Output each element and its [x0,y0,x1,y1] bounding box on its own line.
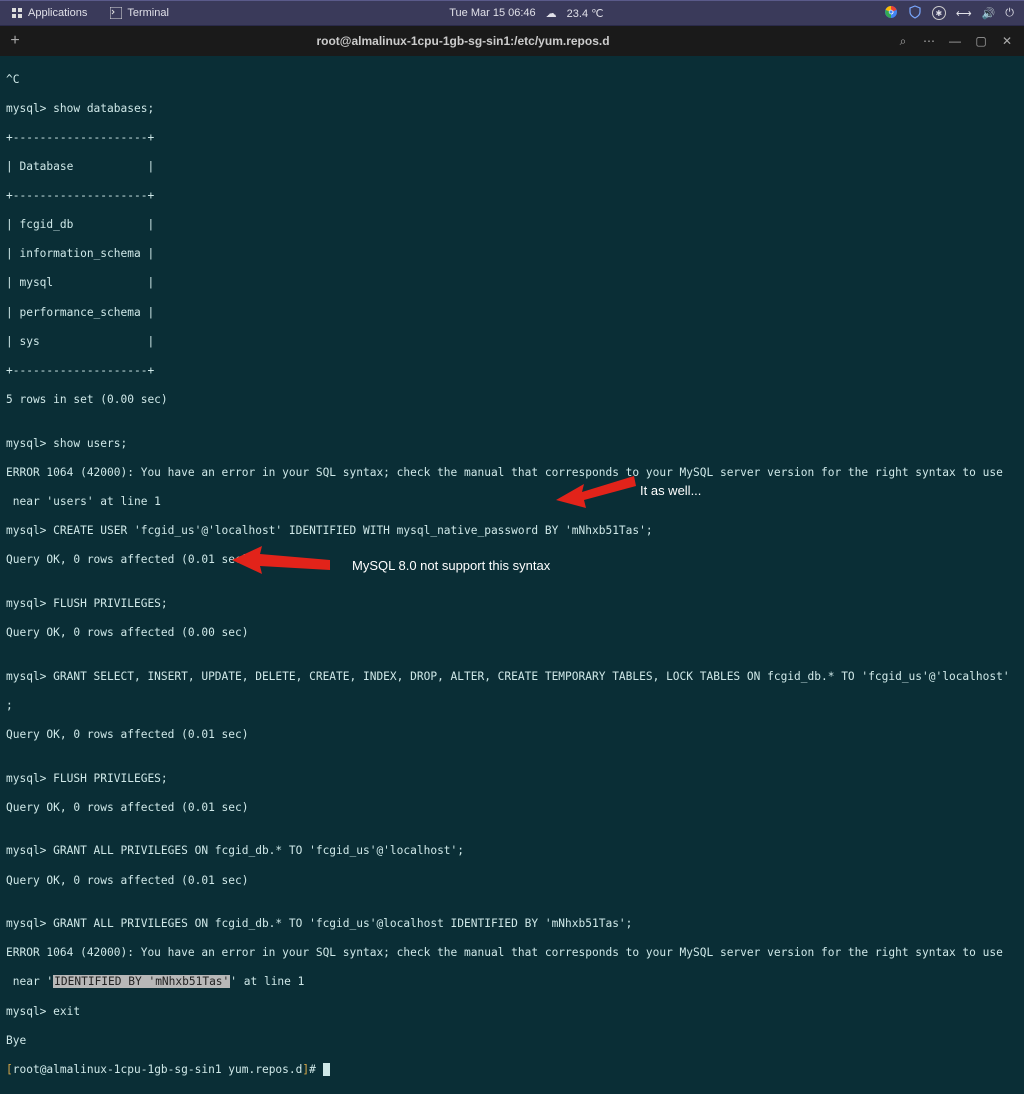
annotation-text: It as well... [640,483,701,498]
terminal-output[interactable]: ^C mysql> show databases; +-------------… [0,56,1024,1094]
shield-icon[interactable] [908,5,922,22]
terminal-line: +--------------------+ [6,131,1018,146]
apps-icon[interactable] [10,6,24,20]
terminal-icon[interactable] [109,6,123,20]
new-tab-button[interactable]: + [0,32,30,50]
weather-icon: ☁ [546,7,557,20]
terminal-app-label[interactable]: Terminal [127,7,169,19]
menu-icon[interactable]: ⋯ [922,34,936,48]
terminal-line: Query OK, 0 rows affected (0.00 sec) [6,626,1018,641]
terminal-line: Query OK, 0 rows affected (0.01 sec) [6,728,1018,743]
window-title: root@almalinux-1cpu-1gb-sg-sin1:/etc/yum… [30,34,896,48]
maximize-button[interactable]: ▢ [974,34,988,48]
clock[interactable]: Tue Mar 15 06:46 [449,7,535,19]
terminal-line: mysql> FLUSH PRIVILEGES; [6,597,1018,612]
applications-menu[interactable]: Applications [28,7,87,19]
terminal-line: mysql> GRANT ALL PRIVILEGES ON fcgid_db.… [6,917,1018,932]
system-topbar: Applications Terminal Tue Mar 15 06:46 ☁… [0,0,1024,26]
terminal-line: | mysql | [6,276,1018,291]
terminal-line: 5 rows in set (0.00 sec) [6,393,1018,408]
terminal-line: mysql> GRANT ALL PRIVILEGES ON fcgid_db.… [6,844,1018,859]
terminal-line: Bye [6,1034,1018,1049]
terminal-line: +--------------------+ [6,189,1018,204]
terminal-line: ; [6,699,1018,714]
accessibility-icon[interactable]: ✱ [932,6,946,20]
terminal-line: ^C [6,73,1018,88]
terminal-line: | information_schema | [6,247,1018,262]
terminal-line: mysql> FLUSH PRIVILEGES; [6,772,1018,787]
close-button[interactable]: ✕ [1000,34,1014,48]
shell-prompt: [root@almalinux-1cpu-1gb-sg-sin1 yum.rep… [6,1063,1018,1078]
volume-icon[interactable]: 🔊 [982,7,996,20]
terminal-line: | performance_schema | [6,306,1018,321]
terminal-line: | Database | [6,160,1018,175]
network-icon[interactable]: ⟷ [956,7,972,20]
temperature: 23.4 ℃ [567,7,604,20]
chrome-icon[interactable] [884,5,898,22]
minimize-button[interactable]: — [948,34,962,48]
cursor [323,1063,330,1076]
terminal-tabbar: + root@almalinux-1cpu-1gb-sg-sin1:/etc/y… [0,26,1024,56]
terminal-line: | fcgid_db | [6,218,1018,233]
terminal-line: mysql> CREATE USER 'fcgid_us'@'localhost… [6,524,1018,539]
terminal-line: mysql> exit [6,1005,1018,1020]
search-icon[interactable]: ⌕ [896,34,910,49]
power-icon[interactable]: ⏻ [1005,7,1014,20]
terminal-line: mysql> show users; [6,437,1018,452]
terminal-line: +--------------------+ [6,364,1018,379]
terminal-line: mysql> GRANT SELECT, INSERT, UPDATE, DEL… [6,670,1018,685]
terminal-line: | sys | [6,335,1018,350]
terminal-line: ERROR 1064 (42000): You have an error in… [6,466,1018,481]
terminal-line: Query OK, 0 rows affected (0.01 sec) [6,874,1018,889]
annotation-text: MySQL 8.0 not support this syntax [352,558,550,573]
terminal-line: Query OK, 0 rows affected (0.01 sec) [6,801,1018,816]
terminal-line: near 'IDENTIFIED BY 'mNhxb51Tas'' at lin… [6,975,1018,990]
terminal-line: ERROR 1064 (42000): You have an error in… [6,946,1018,961]
highlighted-text: IDENTIFIED BY 'mNhxb51Tas' [53,975,230,988]
terminal-line: mysql> show databases; [6,102,1018,117]
terminal-line: near 'users' at line 1 [6,495,1018,510]
